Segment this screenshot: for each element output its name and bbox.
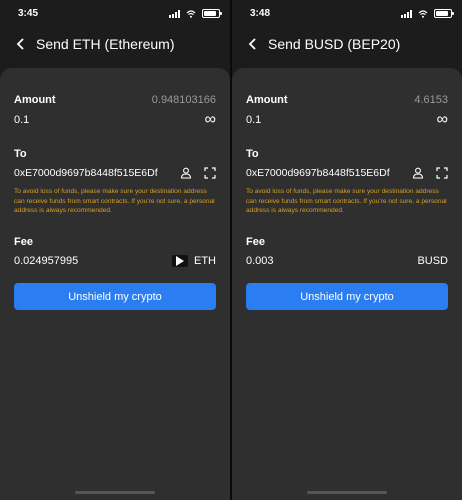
address-row: 0xE7000d9697b8448f515E6Df (246, 167, 448, 179)
amount-label: Amount (14, 94, 56, 106)
wifi-icon (418, 9, 428, 18)
header: Send ETH (Ethereum) (14, 36, 220, 52)
send-screen-eth: 3:45 Send ETH (Ethereum) Amount 0.948103… (0, 0, 230, 500)
send-form-card: Amount 4.6153 0.1 ∞ To 0xE7000d9697b8448… (232, 68, 462, 500)
fee-header-row: Fee (246, 236, 448, 248)
fee-value: 0.024957995 (14, 255, 79, 267)
status-time: 3:48 (250, 8, 271, 19)
wifi-icon (186, 9, 196, 18)
amount-input[interactable]: 0.1 (14, 114, 29, 126)
signal-icon (169, 9, 180, 18)
amount-label: Amount (246, 94, 288, 106)
scan-qr-icon[interactable] (204, 167, 216, 179)
home-indicator (307, 491, 387, 494)
fee-header-row: Fee (14, 236, 216, 248)
fee-label: Fee (246, 236, 265, 248)
fee-token-selector[interactable]: ETH (172, 255, 216, 267)
address-row: 0xE7000d9697b8448f515E6Df (14, 167, 216, 179)
page-title: Send BUSD (BEP20) (268, 36, 401, 52)
contact-icon[interactable] (412, 167, 424, 179)
fee-token: BUSD (417, 255, 448, 267)
to-header-row: To (246, 148, 448, 160)
back-arrow-icon[interactable] (246, 37, 260, 51)
amount-balance: 4.6153 (414, 94, 448, 106)
header: Send BUSD (BEP20) (246, 36, 452, 52)
battery-icon (202, 9, 222, 18)
address-warning: To avoid loss of funds, please make sure… (14, 188, 215, 214)
token-play-icon (172, 255, 188, 267)
scan-qr-icon[interactable] (436, 167, 448, 179)
fee-value: 0.003 (246, 255, 274, 267)
max-infinity-icon[interactable]: ∞ (437, 112, 448, 128)
page-title: Send ETH (Ethereum) (36, 36, 175, 52)
status-icons (169, 9, 222, 18)
contact-icon[interactable] (180, 167, 192, 179)
amount-header-row: Amount 4.6153 (246, 94, 448, 106)
amount-balance: 0.948103166 (151, 94, 216, 106)
address-warning: To avoid loss of funds, please make sure… (246, 188, 447, 214)
unshield-button[interactable]: Unshield my crypto (246, 283, 448, 310)
max-infinity-icon[interactable]: ∞ (205, 112, 216, 128)
back-arrow-icon[interactable] (14, 37, 28, 51)
amount-input-row: 0.1 ∞ (246, 112, 448, 128)
fee-token: ETH (194, 255, 216, 267)
unshield-button[interactable]: Unshield my crypto (14, 283, 216, 310)
status-time: 3:45 (18, 8, 39, 19)
battery-icon (434, 9, 454, 18)
fee-token-selector[interactable]: BUSD (417, 255, 448, 267)
home-indicator (75, 491, 155, 494)
fee-label: Fee (14, 236, 33, 248)
send-screen-busd: 3:48 Send BUSD (BEP20) Amount 4.6153 0.1… (232, 0, 462, 500)
to-label: To (246, 148, 259, 160)
to-header-row: To (14, 148, 216, 160)
signal-icon (401, 9, 412, 18)
fee-row: 0.024957995 ETH (14, 255, 216, 267)
amount-header-row: Amount 0.948103166 (14, 94, 216, 106)
amount-input[interactable]: 0.1 (246, 114, 261, 126)
status-icons (401, 9, 454, 18)
address-input[interactable]: 0xE7000d9697b8448f515E6Df (14, 167, 158, 179)
send-form-card: Amount 0.948103166 0.1 ∞ To 0xE7000d9697… (0, 68, 230, 500)
to-label: To (14, 148, 27, 160)
fee-row: 0.003 BUSD (246, 255, 448, 267)
amount-input-row: 0.1 ∞ (14, 112, 216, 128)
address-input[interactable]: 0xE7000d9697b8448f515E6Df (246, 167, 390, 179)
